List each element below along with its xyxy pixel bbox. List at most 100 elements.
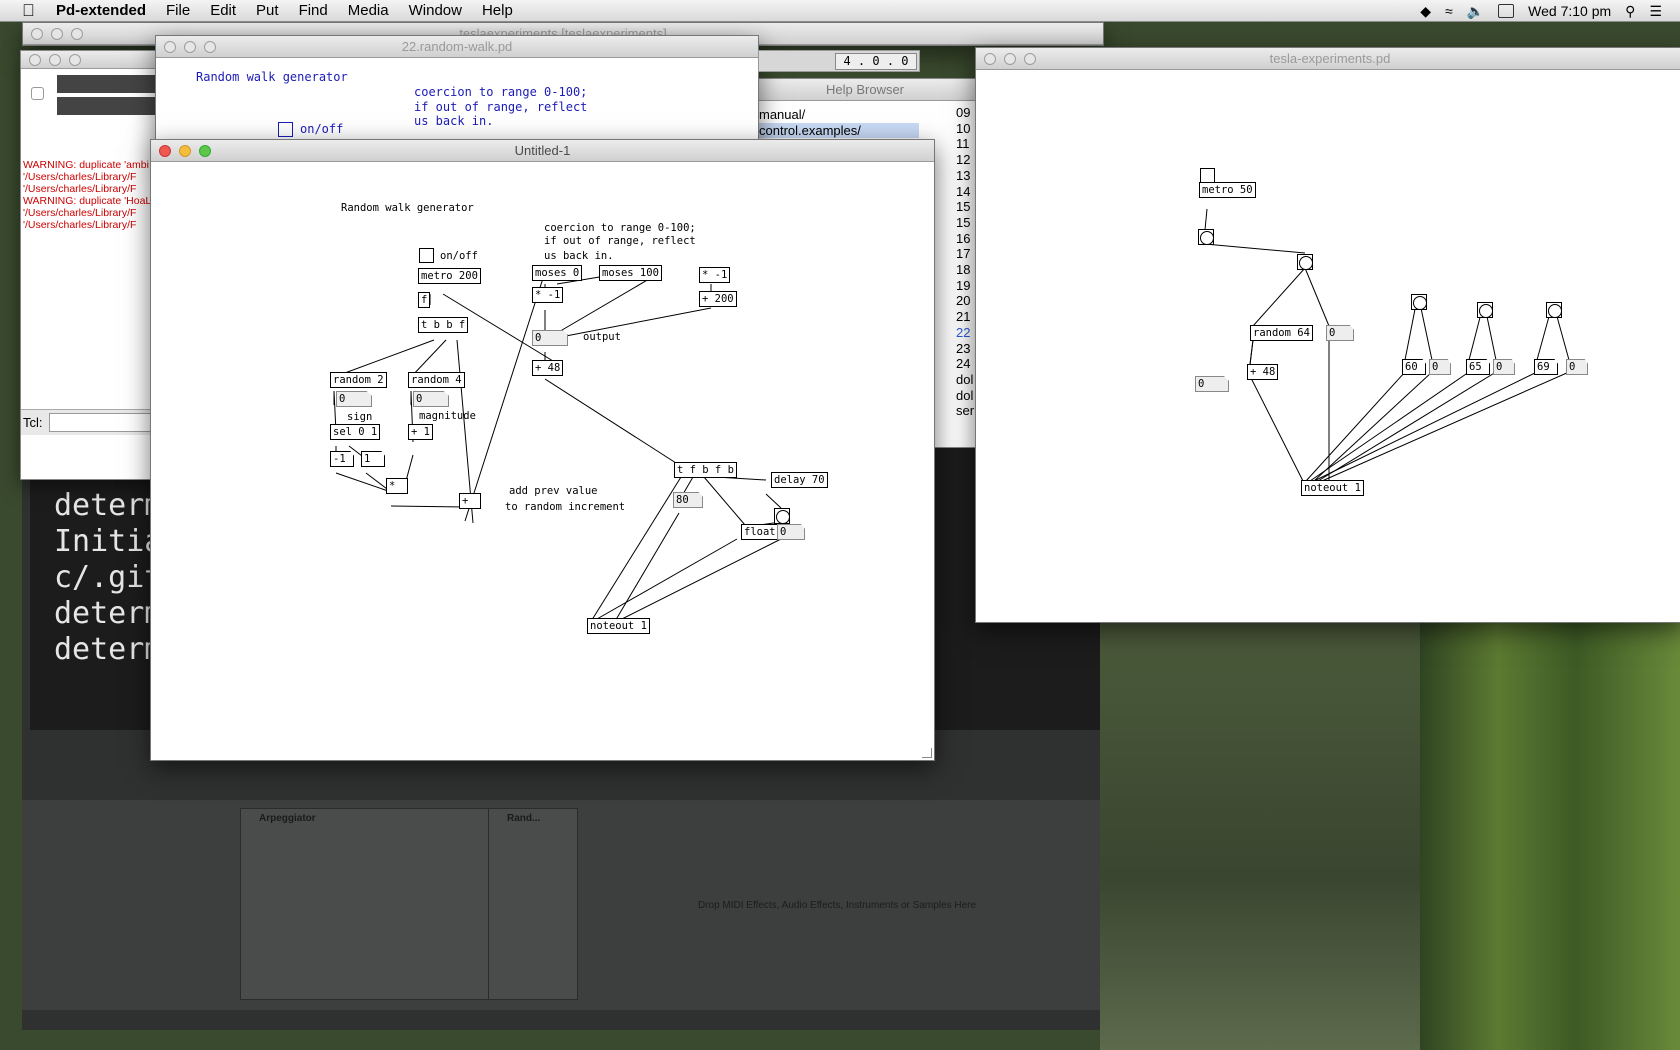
velocity-number-box[interactable]: 80 [673, 492, 703, 508]
menu-app-name[interactable]: Pd-extended [56, 2, 146, 19]
untitled-patch-window[interactable]: Untitled-1 Random walk generator coercio… [150, 139, 935, 761]
clock[interactable]: Wed 7:10 pm [1528, 3, 1611, 19]
tesla-pitch-msg-3[interactable]: 69 [1534, 359, 1558, 375]
tesla-bang-3[interactable] [1411, 294, 1427, 310]
spotlight-icon[interactable]: ⚲ [1625, 3, 1635, 20]
help-number-item[interactable]: 09 [956, 105, 974, 121]
tesla-number-box[interactable]: 0 [1195, 376, 1229, 392]
random-4-object[interactable]: random 4 [408, 372, 465, 388]
help-number-item[interactable]: 14 [956, 184, 974, 200]
dropbox-icon[interactable]: ◆ [1420, 3, 1431, 20]
tesla-bang-4[interactable] [1477, 302, 1493, 318]
menu-media[interactable]: Media [348, 2, 389, 19]
noteout-object[interactable]: noteout 1 [587, 618, 650, 634]
menu-window[interactable]: Window [409, 2, 462, 19]
tesla-pitch-msg-1[interactable]: 60 [1402, 359, 1426, 375]
random-device[interactable]: Rand... [488, 808, 578, 1000]
dsp-checkbox[interactable] [31, 87, 44, 100]
tesla-vel-box-1[interactable]: 0 [1429, 359, 1451, 375]
tesla-patch-window[interactable]: tesla-experiments.pd metro 50 random 64 … [975, 47, 1680, 623]
tesla-titlebar[interactable]: tesla-experiments.pd [976, 48, 1680, 70]
close-icon[interactable] [159, 145, 171, 157]
help-item-manual[interactable]: manual/ [759, 107, 805, 122]
help-number-item[interactable]: 19 [956, 278, 974, 294]
moses-100-object[interactable]: moses 100 [599, 265, 662, 281]
tesla-plus48-object[interactable]: + 48 [1247, 364, 1279, 380]
float-object[interactable]: f [418, 292, 431, 308]
trigger-object[interactable]: t b b f [418, 317, 469, 333]
mul-neg1-object-2[interactable]: * -1 [699, 267, 731, 283]
help-number-item[interactable]: dol [956, 388, 974, 404]
menu-put[interactable]: Put [256, 2, 279, 19]
tesla-metro-object[interactable]: metro 50 [1199, 182, 1256, 198]
untitled-canvas[interactable]: Random walk generator coercion to range … [151, 162, 934, 760]
menu-edit[interactable]: Edit [210, 2, 236, 19]
msg-1[interactable]: 1 [361, 451, 385, 467]
plus-200-object[interactable]: + 200 [699, 291, 737, 307]
multiply-object[interactable]: * [386, 478, 408, 494]
volume-icon[interactable]: 🔈 [1467, 3, 1484, 20]
help-number-item[interactable]: 23 [956, 341, 974, 357]
help-number-item[interactable]: 12 [956, 152, 974, 168]
help-number-item[interactable]: 20 [956, 293, 974, 309]
delay-object[interactable]: delay 70 [771, 472, 828, 488]
help-number-item[interactable]: 15 [956, 215, 974, 231]
float-object-2[interactable]: float [741, 524, 779, 540]
arpeggiator-device[interactable]: Arpeggiator [240, 808, 490, 1000]
battery-icon[interactable] [1498, 4, 1515, 18]
menu-file[interactable]: File [166, 2, 190, 19]
notification-icon[interactable]: ☰ [1649, 3, 1662, 20]
plus-object[interactable]: + [459, 493, 481, 509]
metro-object[interactable]: metro 200 [418, 268, 481, 284]
trigger-tfbfb-object[interactable]: t f b f b [674, 462, 737, 478]
on-off-toggle[interactable] [419, 248, 434, 263]
float-number-box[interactable]: 0 [777, 524, 805, 540]
apple-icon[interactable]:  [22, 1, 42, 21]
plus-1-object[interactable]: + 1 [408, 424, 433, 440]
help-number-item[interactable]: 15 [956, 199, 974, 215]
help-browser-titlebar[interactable]: Help Browser [751, 79, 979, 101]
wifi-icon[interactable]: ≈ [1445, 3, 1453, 19]
sign-number-box[interactable]: 0 [336, 391, 372, 407]
moses-0-object[interactable]: moses 0 [532, 265, 583, 281]
help-number-item[interactable]: 21 [956, 309, 974, 325]
tesla-noteout-object[interactable]: noteout 1 [1301, 480, 1364, 496]
rw-toggle[interactable] [278, 122, 293, 137]
random-walk-titlebar[interactable]: 22.random-walk.pd [156, 36, 758, 58]
tesla-bang-5[interactable] [1546, 302, 1562, 318]
tesla-vel-box-2[interactable]: 0 [1493, 359, 1515, 375]
plus-48-object[interactable]: + 48 [532, 360, 564, 376]
tesla-pitch-msg-2[interactable]: 65 [1466, 359, 1490, 375]
help-number-item[interactable]: 11 [956, 136, 974, 152]
tesla-canvas[interactable]: metro 50 random 64 0 + 48 0 60 0 65 0 69… [976, 70, 1680, 622]
help-number-item[interactable]: 13 [956, 168, 974, 184]
help-number-item[interactable]: 22 [956, 325, 974, 341]
help-number-item[interactable]: 18 [956, 262, 974, 278]
random-walk-window[interactable]: 22.random-walk.pd Random walk generator … [155, 35, 759, 150]
tesla-toggle[interactable] [1200, 168, 1215, 183]
help-number-item[interactable]: 24 [956, 356, 974, 372]
menu-help[interactable]: Help [482, 2, 513, 19]
tesla-bang-2[interactable] [1297, 254, 1313, 270]
magnitude-number-box[interactable]: 0 [413, 391, 449, 407]
sel-object[interactable]: sel 0 1 [330, 424, 381, 440]
menu-find[interactable]: Find [299, 2, 328, 19]
minimize-icon[interactable] [179, 145, 191, 157]
help-number-item[interactable]: 17 [956, 246, 974, 262]
tesla-random-number-box[interactable]: 0 [1326, 325, 1354, 341]
output-number-box[interactable]: 0 [532, 330, 568, 346]
tesla-vel-box-3[interactable]: 0 [1566, 359, 1588, 375]
help-number-item[interactable]: ser [956, 403, 974, 419]
zoom-icon[interactable] [199, 145, 211, 157]
msg-neg1[interactable]: -1 [330, 451, 354, 467]
tesla-bang-1[interactable] [1198, 229, 1214, 245]
untitled-titlebar[interactable]: Untitled-1 [151, 140, 934, 162]
help-item-control-examples[interactable]: control.examples/ [759, 123, 919, 138]
help-number-item[interactable]: 16 [956, 231, 974, 247]
resize-handle[interactable] [922, 748, 932, 758]
bang-button[interactable] [774, 508, 790, 524]
help-number-item[interactable]: 10 [956, 121, 974, 137]
mul-neg1-object[interactable]: * -1 [532, 287, 564, 303]
tesla-random-object[interactable]: random 64 [1250, 325, 1313, 341]
random-2-object[interactable]: random 2 [330, 372, 387, 388]
